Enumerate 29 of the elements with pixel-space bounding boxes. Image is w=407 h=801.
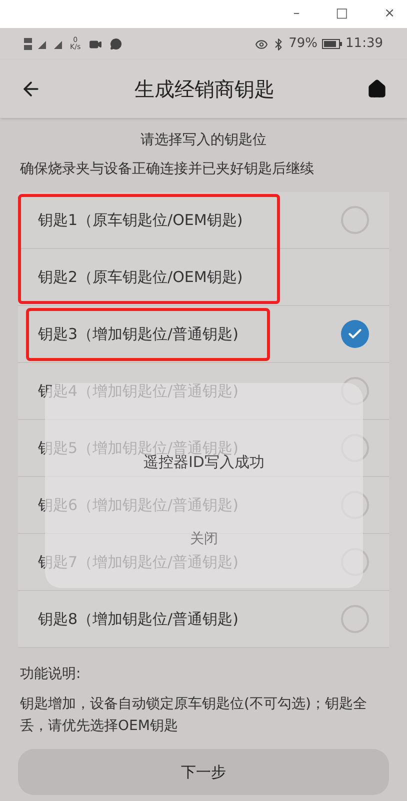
key-option-label: 钥匙3（增加钥匙位/普通钥匙) <box>38 324 238 345</box>
window-control-button[interactable]: × <box>384 4 395 24</box>
radio-button[interactable] <box>341 206 369 234</box>
help-text: 钥匙增加，设备自动锁定原车钥匙位(不可勾选)；钥匙全丢，请优先选择OEM钥匙 <box>19 695 368 736</box>
chat-icon <box>110 38 122 50</box>
key-option-row[interactable]: 钥匙1（原车钥匙位/OEM钥匙) <box>18 192 389 249</box>
help-title: 功能说明: <box>19 665 82 684</box>
key-option-label: 钥匙1（原车钥匙位/OEM钥匙) <box>38 210 243 231</box>
dialog-message: 遥控器ID写入成功 <box>144 453 264 473</box>
signal-icon <box>24 38 62 50</box>
battery-percent: 79% <box>288 35 318 54</box>
next-step-button[interactable]: 下一步 <box>18 749 389 795</box>
instruction-text: 确保烧录夹与设备正确连接并已夹好钥匙后继续 <box>19 160 315 179</box>
key-option-row[interactable]: 钥匙3（增加钥匙位/普通钥匙) <box>18 306 389 363</box>
window-control-button[interactable]: □ <box>336 4 348 24</box>
window-control-button[interactable]: – <box>293 4 300 24</box>
battery-icon <box>322 39 342 49</box>
radio-button[interactable] <box>341 605 369 633</box>
key-option-label: 钥匙8（增加钥匙位/普通钥匙) <box>38 608 238 630</box>
key-option-label: 钥匙2（原车钥匙位/OEM钥匙) <box>38 266 243 288</box>
key-option-row[interactable]: 钥匙2（原车钥匙位/OEM钥匙) <box>18 249 389 306</box>
radio-checked[interactable] <box>341 320 369 348</box>
video-icon <box>88 38 102 50</box>
prompt-text: 请选择写入的钥匙位 <box>140 131 266 150</box>
page-title: 生成经销商钥匙 <box>134 76 274 103</box>
key-option-row[interactable]: 钥匙8（增加钥匙位/普通钥匙) <box>18 591 389 648</box>
eye-icon <box>254 38 268 50</box>
home-button[interactable] <box>367 79 387 99</box>
clock-time: 11:39 <box>346 35 383 54</box>
